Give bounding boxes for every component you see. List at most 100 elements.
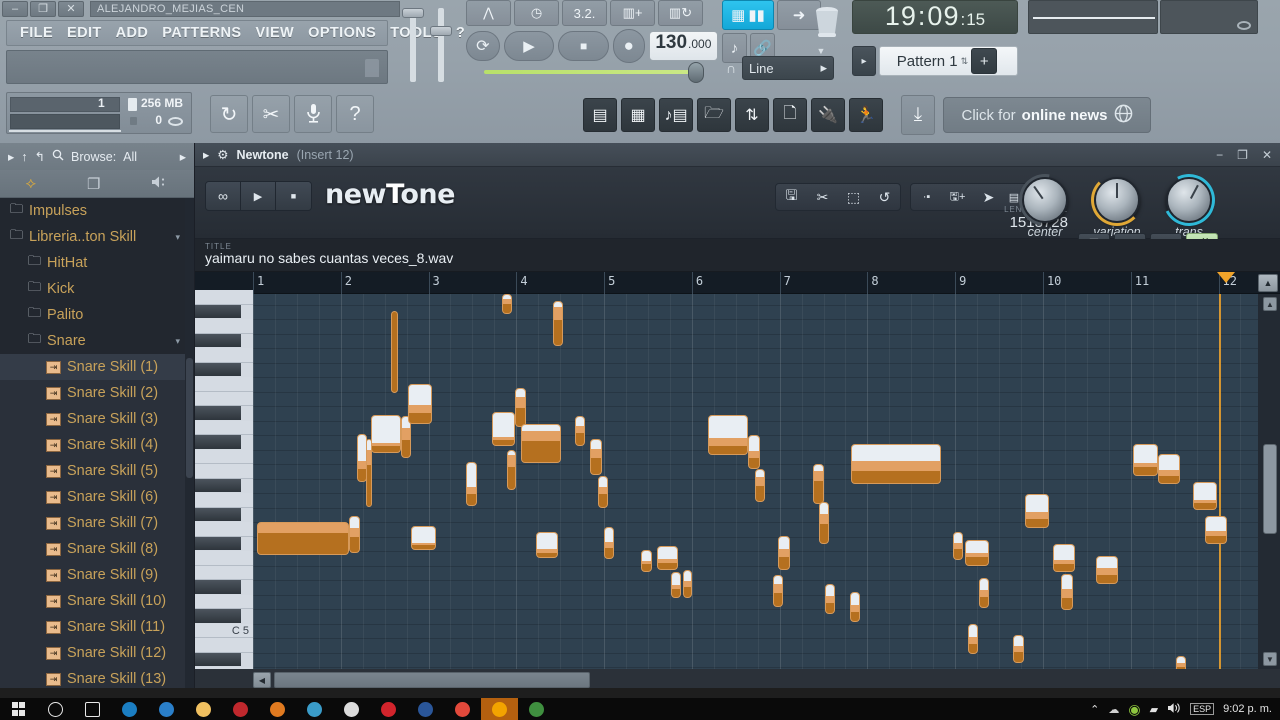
piano-black-key[interactable] bbox=[195, 652, 241, 666]
note-block[interactable] bbox=[708, 415, 748, 455]
note-block[interactable] bbox=[391, 311, 398, 393]
browser-item-snare-skill-8[interactable]: ⇥ Snare Skill (8) bbox=[0, 536, 194, 562]
pattern-song-toggle[interactable]: ▦ ▮▮ bbox=[722, 0, 774, 30]
note-block[interactable] bbox=[1025, 494, 1049, 528]
note-block[interactable] bbox=[1133, 444, 1158, 476]
dots-icon[interactable]: ·▪ bbox=[911, 184, 942, 210]
browse-filter-value[interactable]: All bbox=[123, 150, 137, 164]
browser-item-snare-skill-7[interactable]: ⇥ Snare Skill (7) bbox=[0, 510, 194, 536]
browser-tree[interactable]: 🗀 Impulses 🗀 Libreria..ton Skill ▾ 🗀 HitHat 🗀 Ki… bbox=[0, 198, 194, 698]
vertical-scroll-thumb[interactable] bbox=[1263, 444, 1277, 534]
browser-item-snare[interactable]: 🗀 Snare ▾ bbox=[0, 328, 194, 354]
gear-icon[interactable]: ⚙ bbox=[217, 147, 228, 162]
piano-black-key[interactable] bbox=[195, 507, 241, 521]
newtone-stop-button[interactable]: ■ bbox=[276, 182, 311, 210]
scroll-up-button[interactable]: ▲ bbox=[1258, 274, 1278, 292]
browser-next-icon[interactable]: ▸ bbox=[180, 149, 186, 164]
master-pitch-track[interactable] bbox=[438, 8, 444, 82]
piano-white-key[interactable] bbox=[195, 319, 253, 334]
master-volume-track[interactable] bbox=[410, 8, 416, 82]
antivirus-icon[interactable]: ◉ bbox=[1128, 701, 1140, 718]
note-block[interactable] bbox=[408, 384, 432, 424]
piano-keyboard[interactable]: C 5 bbox=[195, 290, 253, 682]
menu-item-patterns[interactable]: PATTERNS bbox=[155, 25, 248, 41]
snap-selector[interactable]: Line ▸ bbox=[742, 56, 834, 80]
word-icon[interactable] bbox=[407, 698, 444, 720]
piano-roll-button[interactable]: ♪▤ bbox=[659, 98, 693, 132]
show-hidden-icons[interactable]: ⌃ bbox=[1090, 703, 1099, 716]
battery-icon[interactable]: ▰ bbox=[1150, 703, 1158, 716]
download-icon[interactable]: ⤓ bbox=[901, 95, 935, 135]
piano-black-key[interactable] bbox=[195, 609, 241, 623]
browser-item-snare-skill-3[interactable]: ⇥ Snare Skill (3) bbox=[0, 406, 194, 432]
browser-button[interactable]: 🗁 bbox=[697, 98, 731, 132]
note-block[interactable] bbox=[502, 294, 512, 314]
window-close-button[interactable]: ✕ bbox=[58, 1, 84, 17]
browser-back-icon[interactable]: ↰ bbox=[35, 149, 45, 164]
refresh-button[interactable]: ↻ bbox=[210, 95, 248, 133]
select-icon[interactable]: ⬚ bbox=[838, 184, 869, 210]
note-block[interactable] bbox=[507, 450, 516, 490]
project-picker-button[interactable]: 🗋 bbox=[773, 98, 807, 132]
note-block[interactable] bbox=[521, 424, 561, 463]
browser-item-hithat[interactable]: 🗀 HitHat bbox=[0, 250, 194, 276]
wave-icon[interactable]: ⟡ bbox=[25, 175, 36, 193]
play-button[interactable]: ▶ bbox=[503, 31, 555, 61]
opera-icon[interactable] bbox=[370, 698, 407, 720]
browser-item-snare-skill-12[interactable]: ⇥ Snare Skill (12) bbox=[0, 640, 194, 666]
piano-white-key[interactable] bbox=[195, 391, 253, 406]
note-block[interactable] bbox=[1176, 656, 1186, 669]
chrome-icon[interactable] bbox=[444, 698, 481, 720]
newtone-close-button[interactable]: ✕ bbox=[1262, 148, 1272, 162]
onedrive-icon[interactable]: ☁ bbox=[1108, 703, 1119, 716]
note-block[interactable] bbox=[979, 578, 989, 608]
tempo-field[interactable]: 130 .000 bbox=[648, 31, 718, 61]
help-button[interactable]: ? bbox=[336, 95, 374, 133]
count-in-icon[interactable]: 3.2. bbox=[562, 0, 607, 26]
note-block[interactable] bbox=[968, 624, 978, 654]
piano-white-key[interactable] bbox=[195, 493, 253, 508]
newtone-play-button[interactable]: ▶ bbox=[241, 182, 276, 210]
note-block[interactable] bbox=[953, 532, 963, 560]
browser-item-snare-skill-2[interactable]: ⇥ Snare Skill (2) bbox=[0, 380, 194, 406]
send-to-playlist-icon[interactable]: ➤ bbox=[973, 184, 1004, 210]
note-block[interactable] bbox=[778, 536, 790, 570]
app-red-icon[interactable] bbox=[222, 698, 259, 720]
note-block[interactable] bbox=[641, 550, 652, 572]
overlay-notes-icon[interactable]: ▥+ bbox=[610, 0, 655, 26]
piano-black-key[interactable] bbox=[195, 435, 241, 449]
piano-black-key[interactable] bbox=[195, 580, 241, 594]
plugin-picker-button[interactable]: 🔌 bbox=[811, 98, 845, 132]
fl-studio-icon[interactable] bbox=[481, 698, 518, 720]
store-icon[interactable] bbox=[296, 698, 333, 720]
task-view-icon[interactable] bbox=[74, 698, 111, 720]
chevron-down-icon[interactable]: ▼ bbox=[806, 44, 836, 58]
browser-scrollbar[interactable] bbox=[185, 198, 194, 698]
menu-item-view[interactable]: VIEW bbox=[248, 25, 301, 41]
note-block[interactable] bbox=[411, 526, 436, 550]
browser-item-snare-skill-4[interactable]: ⇥ Snare Skill (4) bbox=[0, 432, 194, 458]
scissors-icon[interactable]: ✂ bbox=[807, 184, 838, 210]
ie-icon[interactable] bbox=[148, 698, 185, 720]
note-block[interactable] bbox=[1013, 635, 1024, 663]
newtone-restore-button[interactable]: ❐ bbox=[1237, 148, 1248, 162]
note-block[interactable] bbox=[965, 540, 989, 566]
metronome-icon[interactable]: ⋀ bbox=[466, 0, 511, 26]
pattern-add-button[interactable]: + bbox=[971, 48, 998, 74]
piano-white-key[interactable] bbox=[195, 290, 253, 305]
note-block[interactable] bbox=[604, 527, 614, 559]
search-icon[interactable] bbox=[52, 149, 64, 164]
piano-white-key[interactable] bbox=[195, 348, 253, 363]
loop-mode-button[interactable]: ⟳ bbox=[466, 31, 500, 61]
note-block[interactable] bbox=[257, 522, 349, 555]
mixer-button[interactable]: ⇅ bbox=[735, 98, 769, 132]
time-display[interactable]: 19 : 09 : 15 bbox=[852, 0, 1018, 34]
menu-item-options[interactable]: OPTIONS bbox=[301, 25, 383, 41]
firefox-icon[interactable] bbox=[259, 698, 296, 720]
note-block[interactable] bbox=[671, 572, 681, 598]
piano-white-key[interactable] bbox=[195, 464, 253, 479]
wait-for-input-icon[interactable]: ◷ bbox=[514, 0, 559, 26]
app-green-icon[interactable] bbox=[518, 698, 555, 720]
browser-item-snare-skill-1[interactable]: ⇥ Snare Skill (1) bbox=[0, 354, 194, 380]
trans-knob[interactable] bbox=[1156, 167, 1222, 233]
